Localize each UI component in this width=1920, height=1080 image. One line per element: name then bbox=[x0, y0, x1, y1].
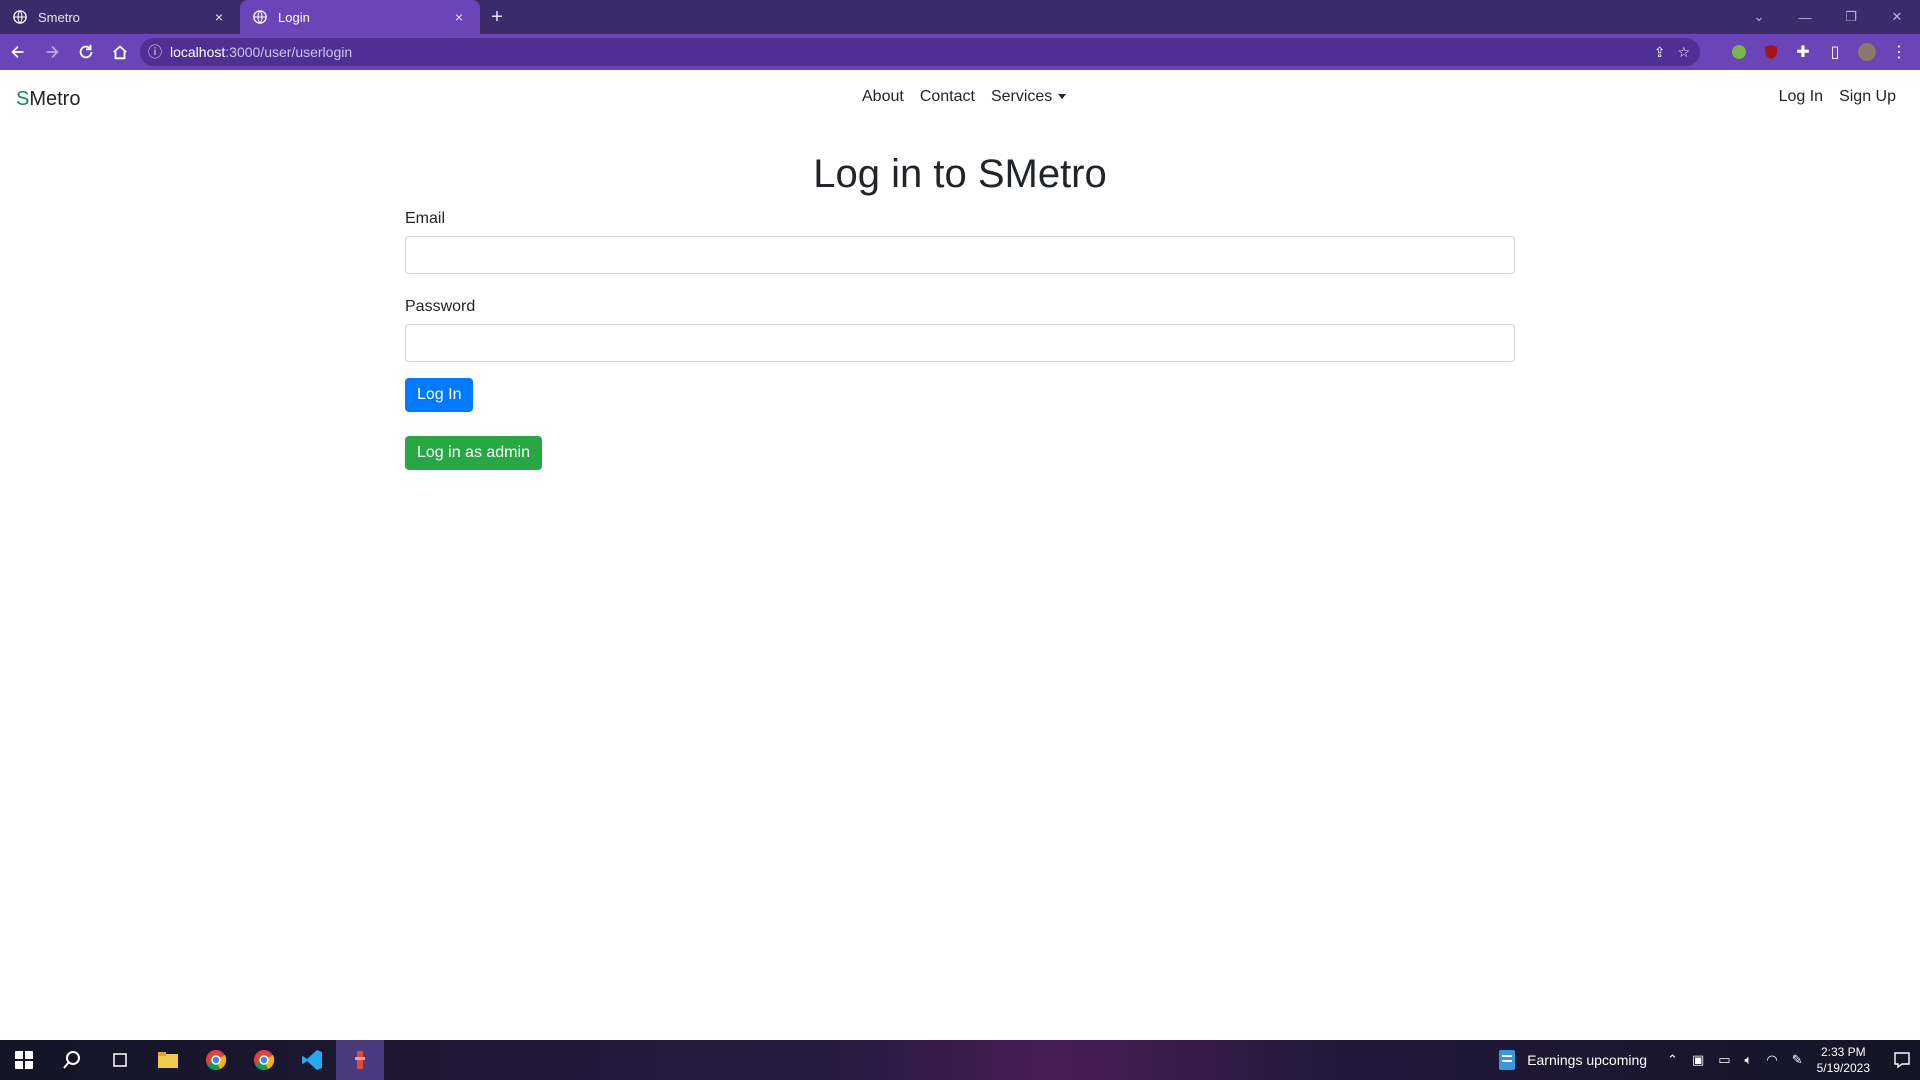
search-icon[interactable] bbox=[48, 1040, 96, 1080]
browser-tab-strip: Smetro × Login × + ⌄ — ❐ ✕ bbox=[0, 0, 1920, 34]
chrome-icon[interactable] bbox=[192, 1040, 240, 1080]
system-tray: Earnings upcoming ⌃ ▣ ▭ 🔈︎ ◠ ✎ 2:33 PM 5… bbox=[1497, 1040, 1920, 1080]
tab-smetro[interactable]: Smetro × bbox=[0, 0, 240, 34]
side-panel-icon[interactable]: ▯ bbox=[1824, 41, 1846, 63]
tab-login[interactable]: Login × bbox=[240, 0, 480, 34]
tab-search-icon[interactable]: ⌄ bbox=[1736, 0, 1782, 34]
new-tab-button[interactable]: + bbox=[480, 0, 514, 34]
task-view-icon[interactable] bbox=[96, 1040, 144, 1080]
nav-signup[interactable]: Sign Up bbox=[1839, 88, 1896, 106]
notification-icon[interactable] bbox=[1884, 1040, 1920, 1080]
pen-icon[interactable]: ✎ bbox=[1792, 1052, 1803, 1068]
close-tab-icon[interactable]: × bbox=[450, 8, 468, 26]
share-icon[interactable]: ⇪ bbox=[1654, 44, 1666, 61]
news-text: Earnings upcoming bbox=[1527, 1052, 1648, 1068]
nav-contact[interactable]: Contact bbox=[920, 88, 975, 106]
right-nav: Log In Sign Up bbox=[1779, 88, 1896, 106]
globe-icon bbox=[12, 9, 28, 25]
windows-start-icon[interactable] bbox=[0, 1040, 48, 1080]
page-title: Log in to SMetro bbox=[813, 152, 1107, 196]
file-explorer-icon[interactable] bbox=[144, 1040, 192, 1080]
bookmark-star-icon[interactable]: ☆ bbox=[1677, 44, 1690, 61]
extensions-area: ✚ ▯ ⋮ bbox=[1728, 36, 1910, 68]
caret-down-icon bbox=[1058, 94, 1067, 100]
back-icon[interactable] bbox=[2, 36, 34, 68]
clock-time: 2:33 PM bbox=[1820, 1045, 1866, 1059]
volume-icon[interactable]: 🔈︎ bbox=[1745, 1052, 1753, 1068]
battery-icon[interactable]: ▭ bbox=[1718, 1052, 1730, 1068]
puzzle-icon[interactable]: ✚ bbox=[1792, 41, 1814, 63]
wifi-icon[interactable]: ◠ bbox=[1766, 1052, 1777, 1068]
avatar[interactable] bbox=[1856, 41, 1878, 63]
nav-login[interactable]: Log In bbox=[1779, 88, 1823, 106]
password-field[interactable] bbox=[405, 324, 1515, 362]
admin-login-button[interactable]: Log in as admin bbox=[405, 436, 542, 470]
nav-services-dropdown[interactable]: Services bbox=[990, 88, 1067, 106]
info-icon[interactable]: ⓘ bbox=[140, 42, 170, 62]
url-host: localhost bbox=[170, 44, 226, 60]
login-form: Email Password Log In Log in as admin bbox=[405, 210, 1515, 470]
brand-logo[interactable]: SMetro bbox=[16, 88, 80, 111]
windows-taskbar: Earnings upcoming ⌃ ▣ ▭ 🔈︎ ◠ ✎ 2:33 PM 5… bbox=[0, 1040, 1920, 1080]
ublock-icon[interactable] bbox=[1760, 41, 1782, 63]
vscode-icon[interactable] bbox=[288, 1040, 336, 1080]
tab-title: Smetro bbox=[38, 9, 80, 25]
email-label: Email bbox=[405, 210, 446, 227]
window-controls: ⌄ — ❐ ✕ bbox=[1736, 0, 1920, 34]
brand-s: S bbox=[16, 88, 30, 110]
extension-green-icon[interactable] bbox=[1728, 41, 1750, 63]
chrome-icon[interactable] bbox=[240, 1040, 288, 1080]
email-field[interactable] bbox=[405, 236, 1515, 274]
brand-rest: Metro bbox=[29, 88, 81, 110]
menu-icon[interactable]: ⋮ bbox=[1888, 41, 1910, 63]
display-icon[interactable]: ▣ bbox=[1692, 1052, 1704, 1068]
nav-services-label: Services bbox=[990, 88, 1053, 105]
forward-icon[interactable] bbox=[36, 36, 68, 68]
restore-icon[interactable]: ❐ bbox=[1828, 0, 1874, 34]
password-label: Password bbox=[405, 298, 476, 315]
close-tab-icon[interactable]: × bbox=[210, 8, 228, 26]
minimize-icon[interactable]: — bbox=[1782, 0, 1828, 34]
tray-icons: ⌃ ▣ ▭ 🔈︎ ◠ ✎ bbox=[1667, 1052, 1803, 1068]
center-nav: About Contact Services bbox=[862, 88, 1067, 106]
address-bar[interactable]: ⓘ localhost:3000/user/userlogin ⇪ ☆ bbox=[140, 38, 1700, 66]
page-content: SMetro About Contact Services Log In Sig… bbox=[0, 70, 1920, 1040]
url-path: :3000/user/userlogin bbox=[225, 44, 353, 60]
browser-toolbar: ⓘ localhost:3000/user/userlogin ⇪ ☆ ✚ ▯ … bbox=[0, 34, 1920, 70]
news-icon bbox=[1499, 1050, 1516, 1070]
home-icon[interactable] bbox=[104, 36, 136, 68]
nav-about[interactable]: About bbox=[862, 88, 904, 106]
close-window-icon[interactable]: ✕ bbox=[1874, 0, 1920, 34]
chevron-up-icon[interactable]: ⌃ bbox=[1667, 1052, 1678, 1068]
reload-icon[interactable] bbox=[70, 36, 102, 68]
login-button[interactable]: Log In bbox=[405, 378, 474, 412]
site-navbar: SMetro About Contact Services Log In Sig… bbox=[0, 70, 1920, 130]
news-widget[interactable]: Earnings upcoming bbox=[1497, 1049, 1647, 1071]
clock-date: 5/19/2023 bbox=[1816, 1061, 1870, 1075]
tab-title: Login bbox=[278, 9, 310, 25]
postman-icon[interactable] bbox=[336, 1040, 384, 1080]
globe-icon bbox=[252, 9, 268, 25]
clock[interactable]: 2:33 PM 5/19/2023 bbox=[1817, 1044, 1870, 1076]
